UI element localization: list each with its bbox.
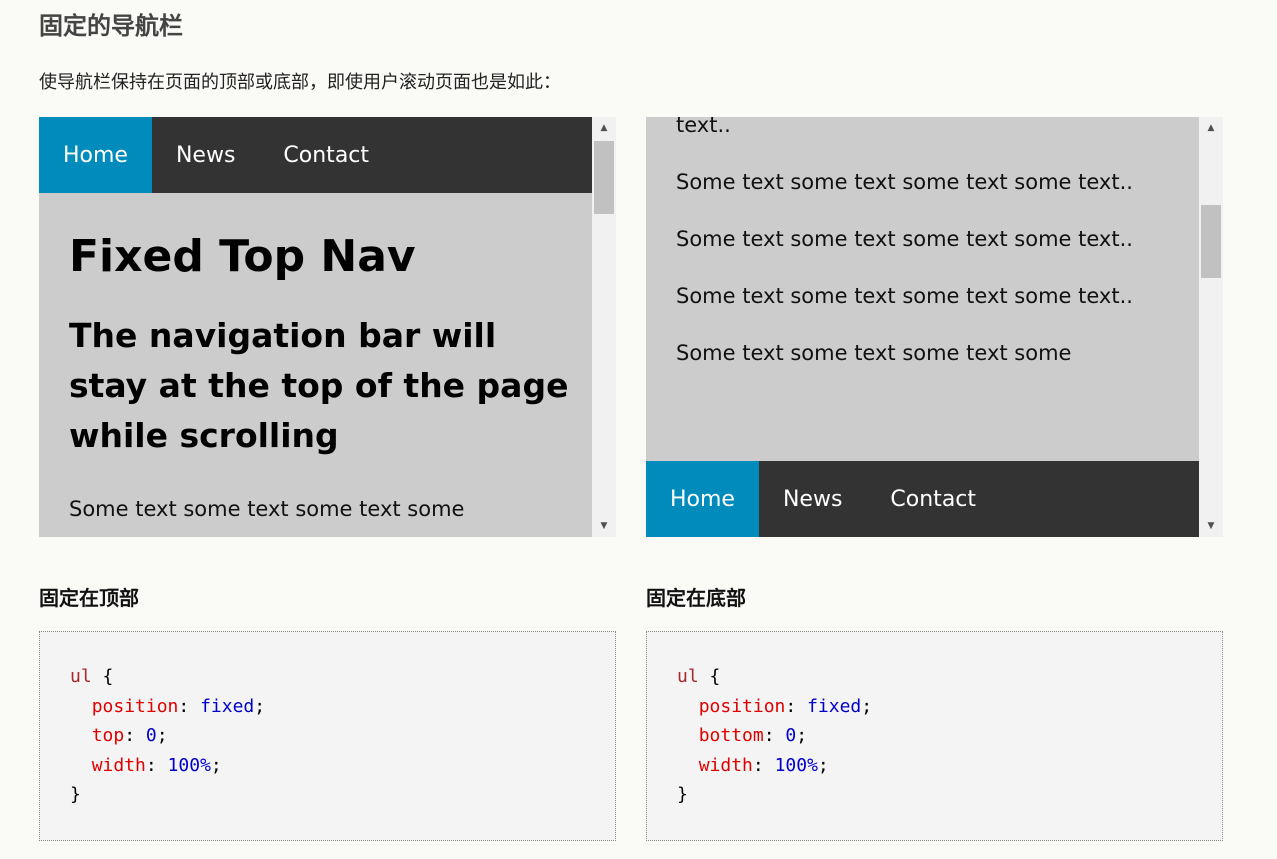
demo-paragraph: Some text some text some text some — [69, 497, 465, 521]
css-value: 100% — [167, 754, 211, 776]
scroll-up-arrow-icon[interactable]: ▲ — [592, 117, 616, 139]
css-value: fixed — [200, 695, 255, 717]
demo-scrollbar[interactable]: ▲ ▼ — [592, 117, 616, 537]
code-line: } — [70, 784, 81, 805]
demo-paragraph: Some text some text some text some — [676, 341, 1072, 365]
css-property: width — [698, 754, 753, 776]
css-property: position — [91, 695, 179, 717]
nav-contact-link[interactable]: Contact — [259, 117, 393, 193]
section-title-fixed-top: 固定在顶部 — [39, 586, 139, 610]
code-line: ul { — [70, 662, 615, 692]
demo-paragraph: text.. — [676, 117, 731, 137]
fixed-bottom-demo[interactable]: text.. Some text some text some text som… — [646, 117, 1223, 537]
css-property: top — [91, 725, 125, 746]
demo-content: text.. Some text some text some text som… — [676, 117, 1136, 394]
nav-home-link[interactable]: Home — [39, 117, 152, 193]
intro-text: 使导航栏保持在页面的顶部或底部，即使用户滚动页面也是如此： — [39, 72, 561, 93]
code-line: bottom: 0; — [698, 725, 808, 746]
demo-subheading: The navigation bar will stay at the top … — [69, 316, 569, 455]
demo-viewport[interactable]: text.. Some text some text some text som… — [646, 117, 1199, 537]
demo-paragraph: Some text some text some text some text.… — [676, 227, 1133, 251]
css-property: bottom — [698, 725, 764, 746]
scroll-down-arrow-icon[interactable]: ▼ — [1199, 515, 1223, 537]
css-selector: ul — [677, 666, 699, 687]
nav-news-link[interactable]: News — [759, 461, 866, 537]
demo-viewport[interactable]: Home News Contact Fixed Top Nav The navi… — [39, 117, 592, 537]
css-property: position — [698, 695, 786, 717]
top-nav-bar: Home News Contact — [39, 117, 592, 193]
code-line: width: 100%; — [91, 754, 222, 776]
scrollbar-thumb[interactable] — [594, 141, 614, 214]
scroll-down-arrow-icon[interactable]: ▼ — [592, 515, 616, 537]
code-brace: { — [91, 666, 114, 687]
css-value: fixed — [807, 695, 862, 717]
code-brace: { — [698, 666, 721, 687]
nav-news-link[interactable]: News — [152, 117, 259, 193]
section-title-fixed-bottom: 固定在底部 — [646, 586, 746, 610]
fixed-top-demo[interactable]: Home News Contact Fixed Top Nav The navi… — [39, 117, 616, 537]
css-value: 100% — [774, 754, 818, 776]
page-title: 固定的导航栏 — [39, 12, 183, 40]
demo-content: Fixed Top Nav The navigation bar will st… — [69, 193, 569, 526]
code-line: ul { — [677, 662, 1222, 692]
demo-paragraph: Some text some text some text some text.… — [676, 284, 1133, 308]
css-property: width — [91, 754, 146, 776]
demo-scrollbar[interactable]: ▲ ▼ — [1199, 117, 1223, 537]
code-line: top: 0; — [91, 725, 168, 746]
scroll-up-arrow-icon[interactable]: ▲ — [1199, 117, 1223, 139]
code-block-fixed-top: ul { position: fixed; top: 0; width: 100… — [39, 631, 616, 841]
demo-heading: Fixed Top Nav — [69, 231, 416, 282]
css-selector: ul — [70, 666, 92, 687]
css-value: 0 — [785, 725, 797, 746]
bottom-nav-bar: Home News Contact — [646, 461, 1199, 537]
scrollbar-thumb[interactable] — [1201, 205, 1221, 278]
code-block-fixed-bottom: ul { position: fixed; bottom: 0; width: … — [646, 631, 1223, 841]
code-line: position: fixed; — [91, 695, 266, 717]
demo-paragraph: Some text some text some text some text.… — [676, 170, 1133, 194]
nav-contact-link[interactable]: Contact — [866, 461, 1000, 537]
code-line: width: 100%; — [698, 754, 829, 776]
code-line: position: fixed; — [698, 695, 873, 717]
nav-home-link[interactable]: Home — [646, 461, 759, 537]
css-value: 0 — [145, 725, 157, 746]
code-line: } — [677, 784, 688, 805]
